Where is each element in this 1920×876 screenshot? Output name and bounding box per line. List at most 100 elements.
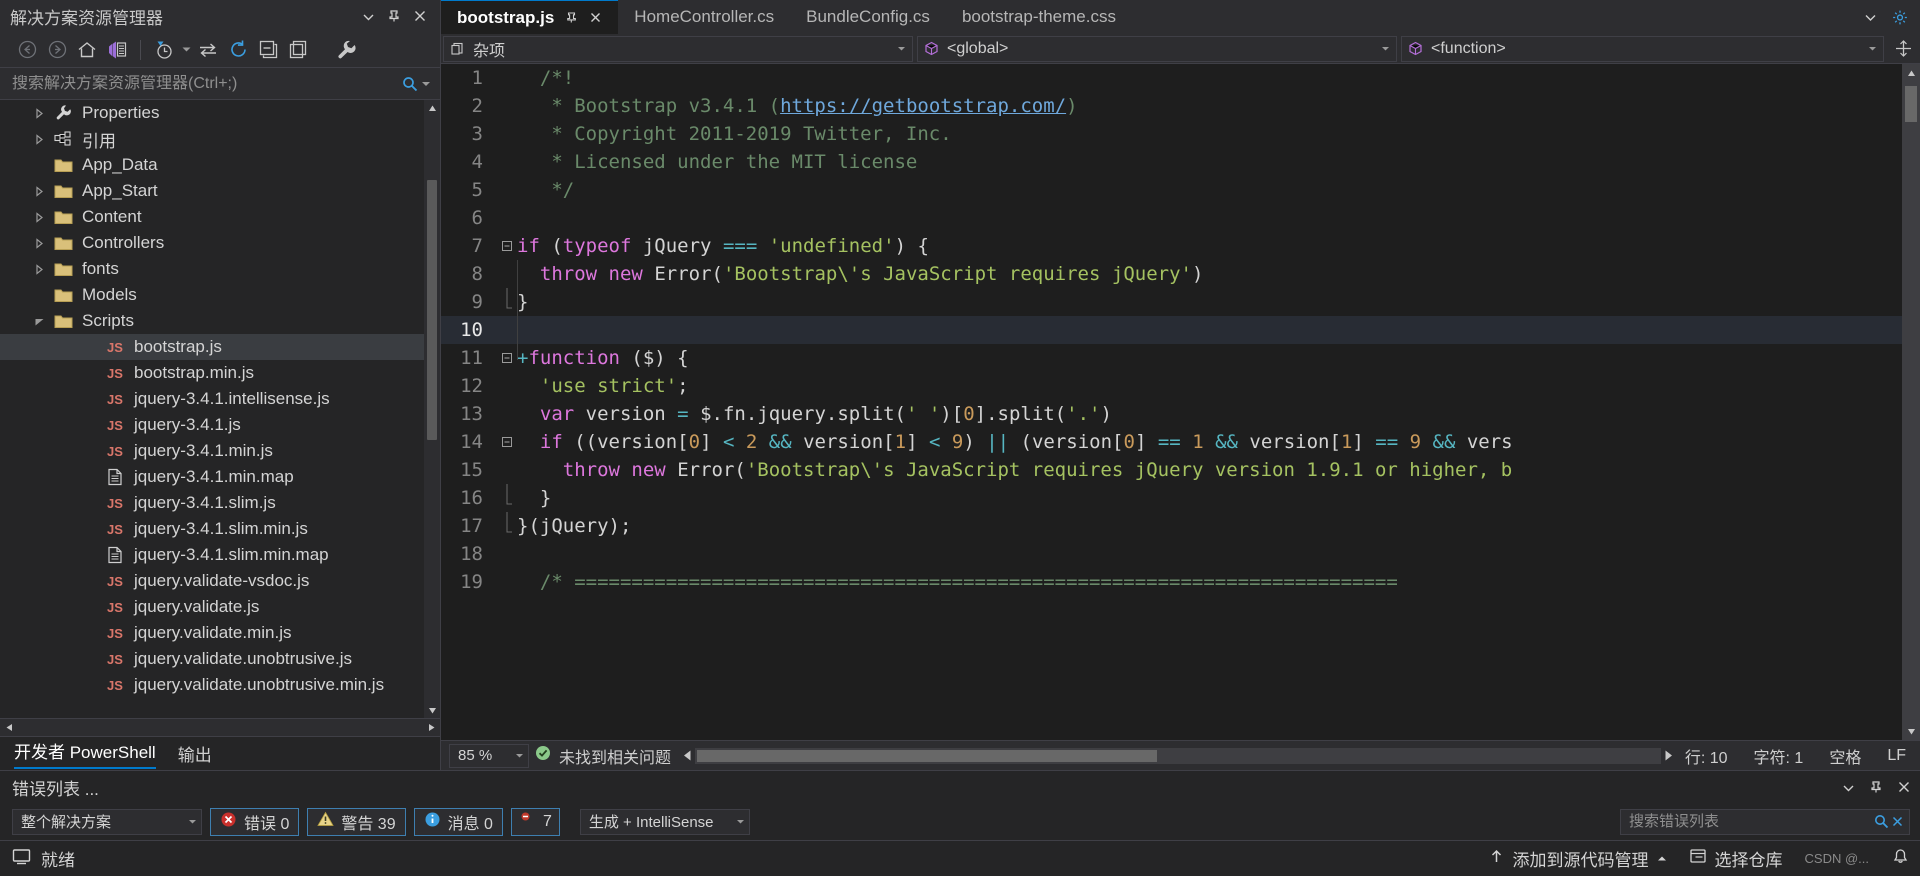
chevron-down-icon[interactable]: [1865, 44, 1879, 53]
zoom-level-combo[interactable]: 85 %: [449, 743, 529, 768]
wrench-icon[interactable]: [331, 36, 361, 64]
tree-item-content[interactable]: Content: [0, 204, 424, 230]
tree-item-fonts[interactable]: fonts: [0, 256, 424, 282]
code-line[interactable]: 7 if (typeof jQuery === 'undefined') {: [441, 232, 1902, 260]
solution-search-box[interactable]: [0, 68, 440, 100]
scroll-left-icon[interactable]: [679, 750, 695, 761]
tree-item-jquery-validate-vsdoc-js[interactable]: JS jquery.validate-vsdoc.js: [0, 568, 424, 594]
close-tab-icon[interactable]: [588, 11, 602, 25]
scroll-up-icon[interactable]: [424, 100, 440, 116]
tree-horizontal-scrollbar[interactable]: [0, 718, 440, 736]
back-icon[interactable]: [12, 36, 42, 64]
editor-tab-bundleconfig-cs[interactable]: BundleConfig.cs: [790, 0, 946, 34]
code-line[interactable]: 19 /* ==================================…: [441, 568, 1902, 596]
pin-icon[interactable]: [1868, 779, 1884, 795]
scroll-right-icon[interactable]: [422, 719, 440, 737]
chevron-down-icon[interactable]: [736, 813, 745, 830]
warnings-chip[interactable]: 警告 39: [307, 807, 406, 836]
settings-gear-icon[interactable]: [1892, 9, 1908, 25]
errors-chip[interactable]: 错误 0: [210, 807, 300, 836]
tree-item-jquery-validate-js[interactable]: JS jquery.validate.js: [0, 594, 424, 620]
scroll-up-icon[interactable]: [1902, 64, 1920, 82]
tab-overflow-icon[interactable]: [1862, 9, 1878, 25]
code-line[interactable]: 1 /*!: [441, 64, 1902, 92]
tree-item-jquery-3-4-1-slim-min-js[interactable]: JS jquery-3.4.1.slim.min.js: [0, 516, 424, 542]
properties-icon[interactable]: [283, 36, 313, 64]
fold-toggle-icon[interactable]: [497, 352, 517, 364]
tree-item-scripts[interactable]: Scripts: [0, 308, 424, 334]
tree-item-jquery-validate-min-js[interactable]: JS jquery.validate.min.js: [0, 620, 424, 646]
chevron-down-icon[interactable]: [1378, 44, 1392, 53]
editor-tab-bootstrap-theme-css[interactable]: bootstrap-theme.css: [946, 0, 1132, 34]
expand-arrow-icon[interactable]: [28, 316, 50, 327]
code-line[interactable]: 12 'use strict';: [441, 372, 1902, 400]
error-search-box[interactable]: [1620, 808, 1910, 835]
navbar-member-combo[interactable]: <function>: [1401, 35, 1884, 62]
code-line[interactable]: 3 * Copyright 2011-2019 Twitter, Inc.: [441, 120, 1902, 148]
tree-scroll-thumb[interactable]: [427, 180, 437, 440]
search-icon[interactable]: [1873, 814, 1889, 830]
tree-item-bootstrap-min-js[interactable]: JS bootstrap.min.js: [0, 360, 424, 386]
code-line[interactable]: 14 if ((version[0] < 2 && version[1] < 9…: [441, 428, 1902, 456]
code-line[interactable]: 11 +function ($) {: [441, 344, 1902, 372]
collapse-arrow-icon[interactable]: [28, 263, 50, 275]
chevron-down-icon[interactable]: [360, 8, 376, 24]
refresh-icon[interactable]: [223, 36, 253, 64]
suppressed-chip[interactable]: 7: [510, 807, 560, 836]
panel-tab-1[interactable]: 开发者 PowerShell: [14, 738, 156, 769]
build-filter-combo[interactable]: 生成 + IntelliSense: [579, 808, 750, 835]
collapse-arrow-icon[interactable]: [28, 133, 50, 145]
tree-vertical-scrollbar[interactable]: [424, 100, 440, 718]
search-options-caret-icon[interactable]: [418, 76, 434, 92]
tree-item-jquery-validate-unobtrusive-js[interactable]: JS jquery.validate.unobtrusive.js: [0, 646, 424, 672]
tree-item-controllers[interactable]: Controllers: [0, 230, 424, 256]
collapse-arrow-icon[interactable]: [28, 185, 50, 197]
fold-toggle-icon[interactable]: [497, 436, 517, 448]
tree-item-properties[interactable]: Properties: [0, 100, 424, 126]
navbar-project-combo[interactable]: 杂项: [443, 35, 913, 62]
editor-horizontal-scrollbar[interactable]: [679, 747, 1677, 765]
editor-vertical-scrollbar[interactable]: [1902, 64, 1920, 740]
pin-icon[interactable]: [386, 8, 402, 24]
tree-item-jquery-3-4-1-min-map[interactable]: jquery-3.4.1.min.map: [0, 464, 424, 490]
tree-item-jquery-3-4-1-js[interactable]: JS jquery-3.4.1.js: [0, 412, 424, 438]
scroll-left-icon[interactable]: [0, 719, 18, 737]
code-line[interactable]: 6: [441, 204, 1902, 232]
chevron-down-icon[interactable]: [894, 44, 908, 53]
scroll-down-icon[interactable]: [424, 702, 440, 718]
pending-changes-caret-icon[interactable]: [179, 36, 193, 64]
code-line[interactable]: 16 }: [441, 484, 1902, 512]
tree-item-jquery-3-4-1-min-js[interactable]: JS jquery-3.4.1.min.js: [0, 438, 424, 464]
error-scope-combo[interactable]: 整个解决方案: [12, 808, 202, 835]
hscroll-thumb[interactable]: [697, 749, 1158, 762]
chevron-up-icon[interactable]: [1657, 849, 1667, 869]
tree-item-jquery-3-4-1-intellisense-js[interactable]: JS jquery-3.4.1.intellisense.js: [0, 386, 424, 412]
pending-changes-icon[interactable]: [149, 36, 179, 64]
error-search-input[interactable]: [1629, 813, 1873, 830]
code-line[interactable]: 10: [441, 316, 1902, 344]
sync-icon[interactable]: [193, 36, 223, 64]
notifications-icon[interactable]: [1891, 847, 1910, 871]
search-icon[interactable]: [402, 76, 418, 92]
home-icon[interactable]: [72, 36, 102, 64]
collapse-arrow-icon[interactable]: [28, 107, 50, 119]
scroll-right-icon[interactable]: [1661, 750, 1677, 761]
close-icon[interactable]: [412, 8, 428, 24]
add-to-source-control-button[interactable]: 添加到源代码管理: [1488, 846, 1667, 871]
tree-item-jquery-3-4-1-slim-js[interactable]: JS jquery-3.4.1.slim.js: [0, 490, 424, 516]
chevron-down-icon[interactable]: [1840, 779, 1856, 795]
code-line[interactable]: 8 throw new Error('Bootstrap\'s JavaScri…: [441, 260, 1902, 288]
tree-item-app-data[interactable]: App_Data: [0, 152, 424, 178]
scroll-down-icon[interactable]: [1902, 722, 1920, 740]
collapse-arrow-icon[interactable]: [28, 237, 50, 249]
indentation-label[interactable]: 空格: [1829, 744, 1861, 768]
code-line[interactable]: 9}: [441, 288, 1902, 316]
split-window-icon[interactable]: [1886, 40, 1920, 57]
close-icon[interactable]: [1896, 779, 1912, 795]
editor-issues-status[interactable]: 未找到相关问题: [535, 744, 671, 768]
chevron-down-icon[interactable]: [515, 747, 524, 764]
code-editor-area[interactable]: 1 /*! 2 * Bootstrap v3.4.1 (https://getbo…: [441, 64, 1920, 740]
editor-scroll-thumb[interactable]: [1905, 86, 1917, 122]
collapse-all-icon[interactable]: [253, 36, 283, 64]
code-line[interactable]: 4 * Licensed under the MIT license: [441, 148, 1902, 176]
